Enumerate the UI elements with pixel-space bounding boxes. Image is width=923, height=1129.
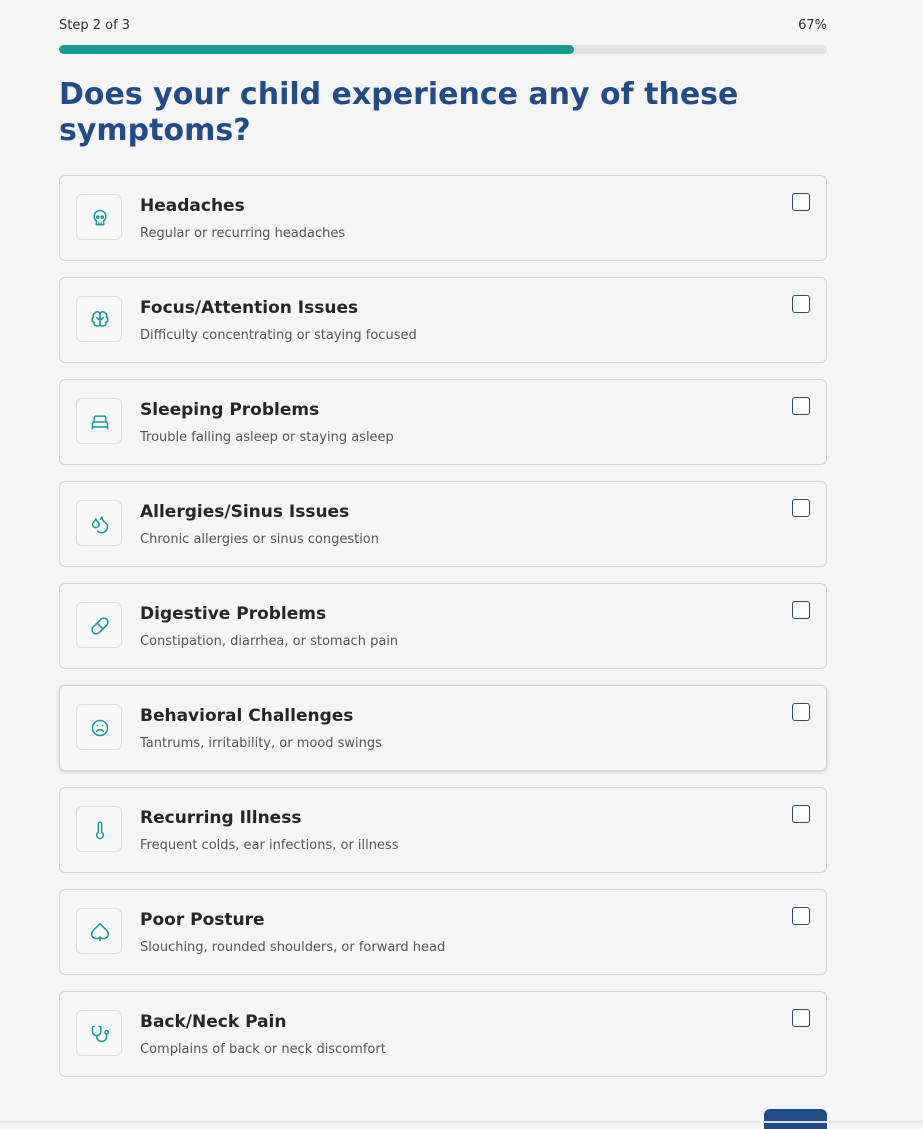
option-title: Digestive Problems [140, 604, 327, 624]
progress-percent: 67% [798, 18, 827, 33]
option-icon-box [76, 704, 122, 750]
option-description: Constipation, diarrhea, or stomach pain [140, 634, 399, 649]
progress-bar-fill [59, 45, 574, 54]
option-allergies-sinus[interactable]: Allergies/Sinus Issues Chronic allergies… [59, 481, 827, 567]
option-description: Difficulty concentrating or staying focu… [140, 328, 417, 343]
option-icon-box [76, 1010, 122, 1056]
option-digestive-problems[interactable]: Digestive Problems Constipation, diarrhe… [59, 583, 827, 669]
bed-icon [91, 415, 109, 430]
symptom-options-list: Headaches Regular or recurring headaches… [59, 175, 827, 1093]
option-icon-box [76, 296, 122, 342]
option-checkbox[interactable] [792, 397, 810, 415]
droplets-icon [91, 516, 109, 534]
thermometer-icon [95, 821, 105, 840]
option-behavioral-challenges[interactable]: Behavioral Challenges Tantrums, irritabi… [59, 685, 827, 771]
pill-icon [91, 617, 109, 635]
option-icon-box [76, 806, 122, 852]
option-description: Tantrums, irritability, or mood swings [140, 736, 382, 751]
option-sleeping-problems[interactable]: Sleeping Problems Trouble falling asleep… [59, 379, 827, 465]
option-checkbox[interactable] [792, 805, 810, 823]
skull-icon [93, 209, 107, 226]
frown-icon [91, 719, 109, 737]
option-title: Behavioral Challenges [140, 706, 354, 726]
option-description: Regular or recurring headaches [140, 226, 346, 241]
option-description: Chronic allergies or sinus congestion [140, 532, 379, 547]
option-description: Trouble falling asleep or staying asleep [140, 430, 394, 445]
option-checkbox[interactable] [792, 703, 810, 721]
brain-icon [91, 311, 109, 327]
next-button[interactable] [764, 1109, 827, 1129]
option-back-neck-pain[interactable]: Back/Neck Pain Complains of back or neck… [59, 991, 827, 1077]
option-checkbox[interactable] [792, 601, 810, 619]
spade-icon [90, 922, 110, 942]
option-checkbox[interactable] [792, 193, 810, 211]
option-checkbox[interactable] [792, 499, 810, 517]
option-checkbox[interactable] [792, 907, 810, 925]
option-headaches[interactable]: Headaches Regular or recurring headaches [59, 175, 827, 261]
step-indicator: Step 2 of 3 [59, 18, 131, 33]
option-recurring-illness[interactable]: Recurring Illness Frequent colds, ear in… [59, 787, 827, 873]
option-icon-box [76, 398, 122, 444]
option-focus-attention[interactable]: Focus/Attention Issues Difficulty concen… [59, 277, 827, 363]
option-poor-posture[interactable]: Poor Posture Slouching, rounded shoulder… [59, 889, 827, 975]
option-checkbox[interactable] [792, 1009, 810, 1027]
option-title: Focus/Attention Issues [140, 298, 359, 318]
option-title: Headaches [140, 196, 245, 216]
option-description: Frequent colds, ear infections, or illne… [140, 838, 399, 853]
option-description: Slouching, rounded shoulders, or forward… [140, 940, 446, 955]
option-title: Sleeping Problems [140, 400, 320, 420]
option-description: Complains of back or neck discomfort [140, 1042, 386, 1057]
option-title: Recurring Illness [140, 808, 302, 828]
option-checkbox[interactable] [792, 295, 810, 313]
progress-bar [59, 45, 827, 54]
question-title: Does your child experience any of these … [59, 77, 739, 148]
option-title: Poor Posture [140, 910, 265, 930]
option-icon-box [76, 602, 122, 648]
option-icon-box [76, 500, 122, 546]
option-title: Back/Neck Pain [140, 1012, 287, 1032]
option-title: Allergies/Sinus Issues [140, 502, 350, 522]
option-icon-box [76, 194, 122, 240]
stethoscope-icon [91, 1025, 110, 1043]
progress-header: Step 2 of 3 67% [59, 18, 827, 36]
option-icon-box [76, 908, 122, 954]
